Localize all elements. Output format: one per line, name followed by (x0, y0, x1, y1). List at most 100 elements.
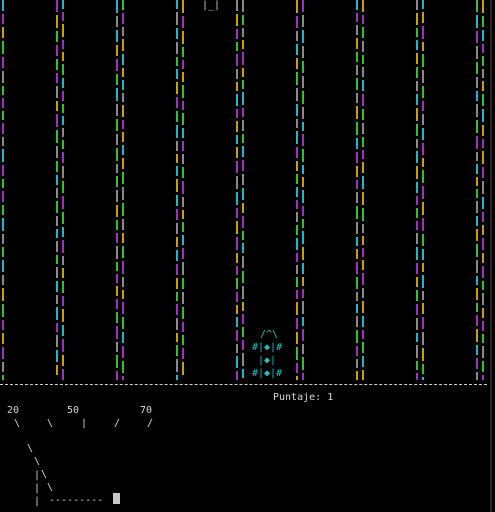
lane-segment (2, 234, 4, 244)
lane-stripe (116, 0, 118, 380)
lane-segment (302, 15, 304, 27)
lane-segment (302, 122, 304, 131)
gauge-needle-part: | (34, 496, 41, 507)
lane-segment (176, 141, 178, 151)
lane-segment (302, 231, 304, 244)
lane-segment (116, 164, 118, 173)
lane-segment (62, 104, 64, 113)
lane-segment (182, 141, 184, 151)
lane-segment (182, 348, 184, 359)
lane-segment (482, 281, 484, 290)
lane-segment (122, 39, 124, 51)
lane-segment (482, 69, 484, 78)
lane-segment (296, 131, 298, 144)
lane-segment (116, 262, 118, 271)
lane-segment (362, 342, 364, 353)
lane-segment (296, 187, 298, 197)
lane-segment (302, 134, 304, 146)
lane-segment (122, 120, 124, 129)
lane-segment (296, 104, 298, 116)
lane-segment (116, 205, 118, 217)
lane-segment (236, 147, 238, 158)
lane-segment (416, 40, 418, 50)
lane-segment (122, 246, 124, 258)
lane-segment (482, 212, 484, 222)
lane-segment (302, 344, 304, 354)
lane-segment (122, 187, 124, 200)
lane-segment (476, 164, 478, 174)
lane-segment (236, 82, 238, 91)
lane-segment (242, 340, 244, 350)
lane-segment (296, 376, 298, 380)
lane-segment (296, 277, 298, 287)
player-car: /^\ #|◆|# |◆| #|◆|# (252, 330, 292, 380)
lane-segment (176, 345, 178, 356)
lane-segment (296, 253, 298, 262)
lane-segment (122, 68, 124, 77)
lane-segment (56, 73, 58, 83)
lane-segment (182, 262, 184, 275)
lane-segment (362, 248, 364, 257)
lane-segment (296, 347, 298, 360)
lane-segment (182, 181, 184, 194)
lane-segment (362, 27, 364, 38)
lane-segment (362, 0, 364, 12)
lane-segment (422, 202, 424, 215)
lane-segment (56, 146, 58, 158)
lane-segment (176, 166, 178, 176)
lane-segment (122, 261, 124, 274)
player-car-row-1: #|◆|# (252, 342, 283, 353)
gauge-needle-part: \ (27, 443, 34, 454)
lane-segment (362, 109, 364, 120)
lane-segment (242, 160, 244, 171)
lane-segment (296, 302, 298, 315)
lane-segment (362, 236, 364, 245)
lane-segment (476, 136, 478, 149)
lane-segment (482, 30, 484, 41)
lane-segment (182, 85, 184, 98)
lane-segment (302, 329, 304, 341)
lane-segment (62, 268, 64, 278)
lane-segment (476, 120, 478, 133)
lane-segment (482, 375, 484, 380)
lane-segment (422, 128, 424, 140)
lane-segment (356, 192, 358, 203)
lane-segment (122, 233, 124, 243)
lane-segment (356, 152, 358, 163)
lane-segment (236, 278, 238, 289)
lane-segment (62, 24, 64, 37)
lane-segment (62, 140, 64, 149)
lane-stripe (62, 0, 64, 380)
lane-segment (416, 221, 418, 230)
lane-segment (302, 46, 304, 58)
lane-segment (122, 203, 124, 216)
lane-segment (116, 176, 118, 187)
lane-segment (422, 332, 424, 345)
lane-segment (176, 154, 178, 163)
lane-segment (236, 54, 238, 66)
lane-segment (302, 219, 304, 228)
lane-stripe (56, 0, 58, 378)
lane-segment (182, 278, 184, 289)
lane-segment (422, 218, 424, 231)
lane-segment (242, 174, 244, 185)
lane-segment (416, 182, 418, 193)
lane-segment (62, 227, 64, 237)
lane-segment (56, 114, 58, 127)
lane-segment (482, 361, 484, 372)
lane-segment (62, 91, 64, 101)
lane-segment (242, 28, 244, 37)
lane-segment (242, 108, 244, 117)
lane-segment (482, 139, 484, 148)
gauge-needle-line: --------- (49, 495, 104, 506)
lane-segment (296, 174, 298, 184)
lane-segment (116, 134, 118, 145)
lane-segment (56, 241, 58, 252)
terminal-edge (490, 0, 492, 512)
lane-segment (362, 94, 364, 106)
lane-segment (116, 74, 118, 85)
lane-segment (236, 121, 238, 132)
lane-segment (476, 77, 478, 88)
lane-segment (2, 98, 4, 108)
lane-segment (116, 355, 118, 368)
